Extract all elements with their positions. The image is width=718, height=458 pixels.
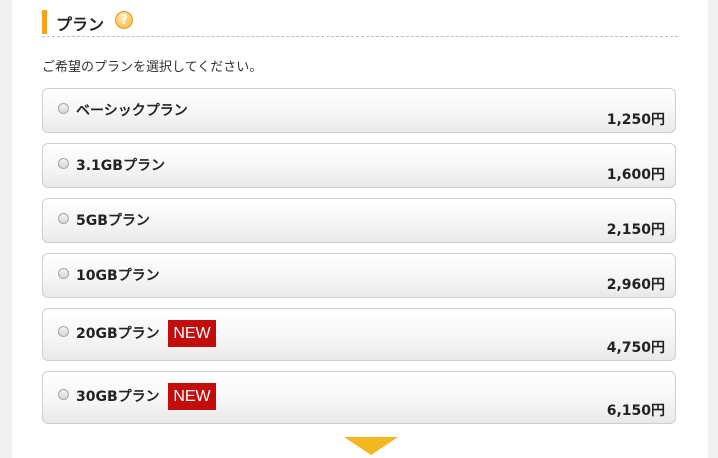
plan-option-basic[interactable]: ベーシックプラン 1,250円 (42, 88, 676, 133)
plan-instruction: ご希望のプランを選択してください。 (42, 60, 263, 75)
section-heading: プラン ? (42, 8, 678, 37)
chevron-down-icon[interactable] (344, 437, 398, 455)
help-icon[interactable]: ? (115, 11, 133, 29)
new-badge: NEW (168, 320, 216, 347)
new-badge: NEW (168, 383, 216, 410)
plan-name: 20GBプラン (76, 326, 160, 342)
plan-name: 10GBプラン (76, 268, 160, 284)
plan-option-30gb[interactable]: 30GBプラン NEW 6,150円 (42, 371, 676, 424)
heading-accent-bar (42, 10, 47, 34)
radio-button[interactable] (58, 213, 69, 224)
plan-option-20gb[interactable]: 20GBプラン NEW 4,750円 (42, 308, 676, 361)
plan-price: 4,750円 (606, 340, 665, 356)
radio-button[interactable] (58, 268, 69, 279)
plan-option-10gb[interactable]: 10GBプラン 2,960円 (42, 253, 676, 298)
plan-price: 1,600円 (606, 167, 665, 183)
radio-button[interactable] (58, 158, 69, 169)
plan-name: ベーシックプラン (76, 103, 188, 119)
radio-button[interactable] (58, 326, 69, 337)
plan-name: 30GBプラン (76, 389, 160, 405)
plan-price: 2,150円 (606, 222, 665, 238)
plan-price: 6,150円 (606, 403, 665, 419)
plan-option-3-1gb[interactable]: 3.1GBプラン 1,600円 (42, 143, 676, 188)
radio-button[interactable] (58, 103, 69, 114)
plan-name: 3.1GBプラン (76, 158, 165, 174)
plan-price: 2,960円 (606, 277, 665, 293)
plan-name: 5GBプラン (76, 213, 150, 229)
plan-price: 1,250円 (606, 112, 665, 128)
section-title: プラン (56, 15, 105, 34)
plan-panel: プラン ? ご希望のプランを選択してください。 ベーシックプラン 1,250円 … (12, 0, 708, 458)
plan-option-5gb[interactable]: 5GBプラン 2,150円 (42, 198, 676, 243)
radio-button[interactable] (58, 389, 69, 400)
